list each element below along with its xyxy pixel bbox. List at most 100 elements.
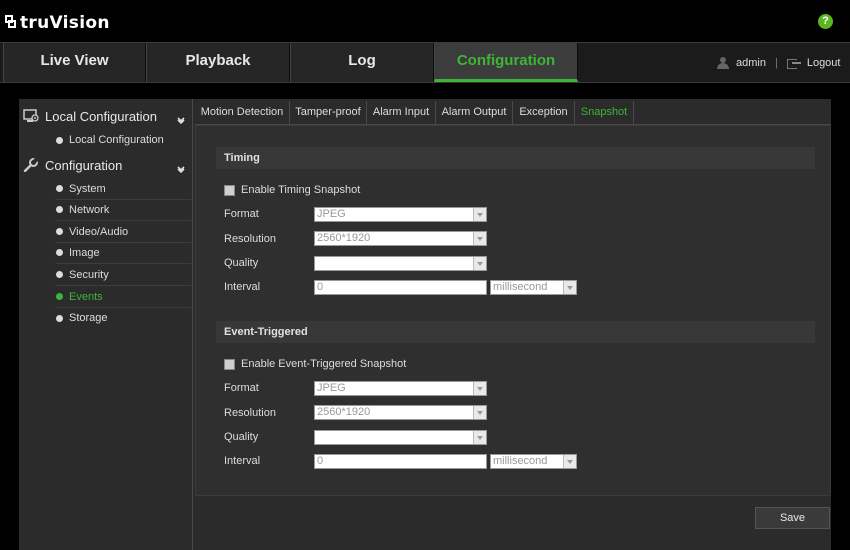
dropdown-arrow-icon <box>473 208 486 221</box>
logout-icon[interactable] <box>786 58 801 69</box>
tab-alarm-input[interactable]: Alarm Input <box>367 101 436 125</box>
truvision-logo-icon <box>4 14 18 32</box>
bullet-icon <box>56 293 63 300</box>
enable-timing-snapshot-checkbox[interactable] <box>224 184 235 196</box>
user-area: admin | Logout <box>717 43 840 82</box>
dropdown-arrow-icon <box>473 257 486 270</box>
logout-link[interactable]: Logout <box>807 57 841 69</box>
dropdown-arrow-icon <box>563 455 576 468</box>
enable-event-snapshot-label: Enable Event-Triggered Snapshot <box>241 358 407 370</box>
timing-format-select[interactable]: JPEG <box>314 207 487 222</box>
content-panel: Motion Detection Tamper-proof Alarm Inpu… <box>195 101 831 550</box>
timing-format-value: JPEG <box>317 208 346 220</box>
sidebar-item-label: Events <box>69 290 103 303</box>
tab-exception[interactable]: Exception <box>513 101 575 125</box>
wrench-icon <box>23 157 39 173</box>
main-nav: Live View Playback Log Configuration adm… <box>0 42 850 83</box>
bullet-icon <box>56 206 63 213</box>
help-icon[interactable]: ? <box>818 14 833 29</box>
timing-quality-select[interactable] <box>314 256 487 271</box>
event-quality-select[interactable] <box>314 430 487 445</box>
timing-quality-label: Quality <box>224 257 259 269</box>
sidebar: Local Configuration Local Configuration … <box>19 99 193 550</box>
event-interval-input[interactable]: 0 <box>314 454 487 469</box>
sidebar-item-label: Security <box>69 268 109 281</box>
sidebar-item-storage[interactable]: Storage <box>55 307 191 329</box>
event-interval-unit-value: millisecond <box>493 455 548 467</box>
sidebar-item-events[interactable]: Events <box>55 286 191 308</box>
event-resolution-value: 2560*1920 <box>317 406 371 418</box>
event-format-select[interactable]: JPEG <box>314 381 487 396</box>
username: admin <box>736 56 766 69</box>
enable-event-snapshot-checkbox[interactable] <box>224 358 235 370</box>
tab-alarm-output[interactable]: Alarm Output <box>436 101 513 125</box>
sidebar-item-network[interactable]: Network <box>55 199 191 221</box>
event-format-label: Format <box>224 382 259 394</box>
section-timing-header: Timing <box>216 147 815 169</box>
main-area: Local Configuration Local Configuration … <box>19 99 831 550</box>
bullet-icon <box>56 271 63 278</box>
event-interval-label: Interval <box>224 455 261 467</box>
sidebar-item-label: Storage <box>69 312 108 324</box>
chevron-down-icon <box>177 161 185 174</box>
snapshot-settings-panel: Timing Enable Timing Snapshot Format JPE… <box>195 125 831 496</box>
bullet-icon <box>56 185 63 192</box>
dropdown-arrow-icon <box>473 232 486 245</box>
enable-timing-snapshot-row[interactable]: Enable Timing Snapshot <box>224 183 360 197</box>
tab-log[interactable]: Log <box>290 43 434 82</box>
dropdown-arrow-icon <box>473 406 486 419</box>
sidebar-group-label: Configuration <box>45 157 123 173</box>
chevron-down-icon <box>177 112 185 125</box>
timing-interval-unit-select[interactable]: millisecond <box>490 280 577 295</box>
sidebar-item-label: Video/Audio <box>69 225 129 238</box>
timing-resolution-label: Resolution <box>224 233 276 245</box>
dropdown-arrow-icon <box>473 382 486 395</box>
sidebar-item-image[interactable]: Image <box>55 242 191 264</box>
sidebar-item-local-configuration[interactable]: Local Configuration <box>55 129 191 151</box>
enable-timing-snapshot-label: Enable Timing Snapshot <box>241 184 361 196</box>
sidebar-item-system[interactable]: System <box>55 178 191 200</box>
sidebar-group-local-configuration[interactable]: Local Configuration <box>19 103 193 129</box>
save-button[interactable]: Save <box>755 507 830 529</box>
event-resolution-label: Resolution <box>224 407 276 419</box>
bullet-icon <box>56 136 63 144</box>
sidebar-item-label: Network <box>69 203 110 216</box>
sidebar-group-configuration[interactable]: Configuration <box>19 152 193 178</box>
tab-configuration[interactable]: Configuration <box>434 43 578 82</box>
tab-motion-detection[interactable]: Motion Detection <box>195 101 290 125</box>
dropdown-arrow-icon <box>473 431 486 444</box>
event-interval-unit-select[interactable]: millisecond <box>490 454 577 469</box>
bullet-icon <box>56 249 63 256</box>
timing-interval-unit-value: millisecond <box>493 281 548 293</box>
timing-interval-input[interactable]: 0 <box>314 280 487 295</box>
top-bar: truVision ? <box>0 0 850 42</box>
section-event-triggered-header: Event-Triggered <box>216 321 815 343</box>
tab-live-view[interactable]: Live View <box>3 43 146 82</box>
timing-interval-label: Interval <box>224 281 261 293</box>
tab-playback[interactable]: Playback <box>146 43 290 82</box>
timing-format-label: Format <box>224 208 259 220</box>
sidebar-item-video-audio[interactable]: Video/Audio <box>55 221 191 243</box>
event-subtabs: Motion Detection Tamper-proof Alarm Inpu… <box>195 101 831 125</box>
event-resolution-select[interactable]: 2560*1920 <box>314 405 487 420</box>
user-separator: | <box>774 56 778 69</box>
user-icon <box>717 56 729 69</box>
bullet-icon <box>56 314 63 322</box>
dropdown-arrow-icon <box>563 281 576 294</box>
logo-text: truVision <box>20 13 110 33</box>
timing-resolution-select[interactable]: 2560*1920 <box>314 231 487 246</box>
tab-snapshot[interactable]: Snapshot <box>575 101 634 125</box>
sidebar-item-label: Local Configuration <box>69 134 164 146</box>
sidebar-item-label: Image <box>69 246 100 259</box>
sidebar-item-label: System <box>69 182 106 195</box>
sidebar-item-security[interactable]: Security <box>55 264 191 286</box>
bullet-icon <box>56 228 63 235</box>
monitor-gear-icon <box>23 109 39 123</box>
enable-event-snapshot-row[interactable]: Enable Event-Triggered Snapshot <box>224 357 406 371</box>
truvision-logo: truVision <box>4 11 110 35</box>
event-quality-label: Quality <box>224 431 259 443</box>
event-format-value: JPEG <box>317 382 346 394</box>
timing-resolution-value: 2560*1920 <box>317 232 371 244</box>
sidebar-group-label: Local Configuration <box>45 108 158 124</box>
tab-tamper-proof[interactable]: Tamper-proof <box>290 101 367 125</box>
